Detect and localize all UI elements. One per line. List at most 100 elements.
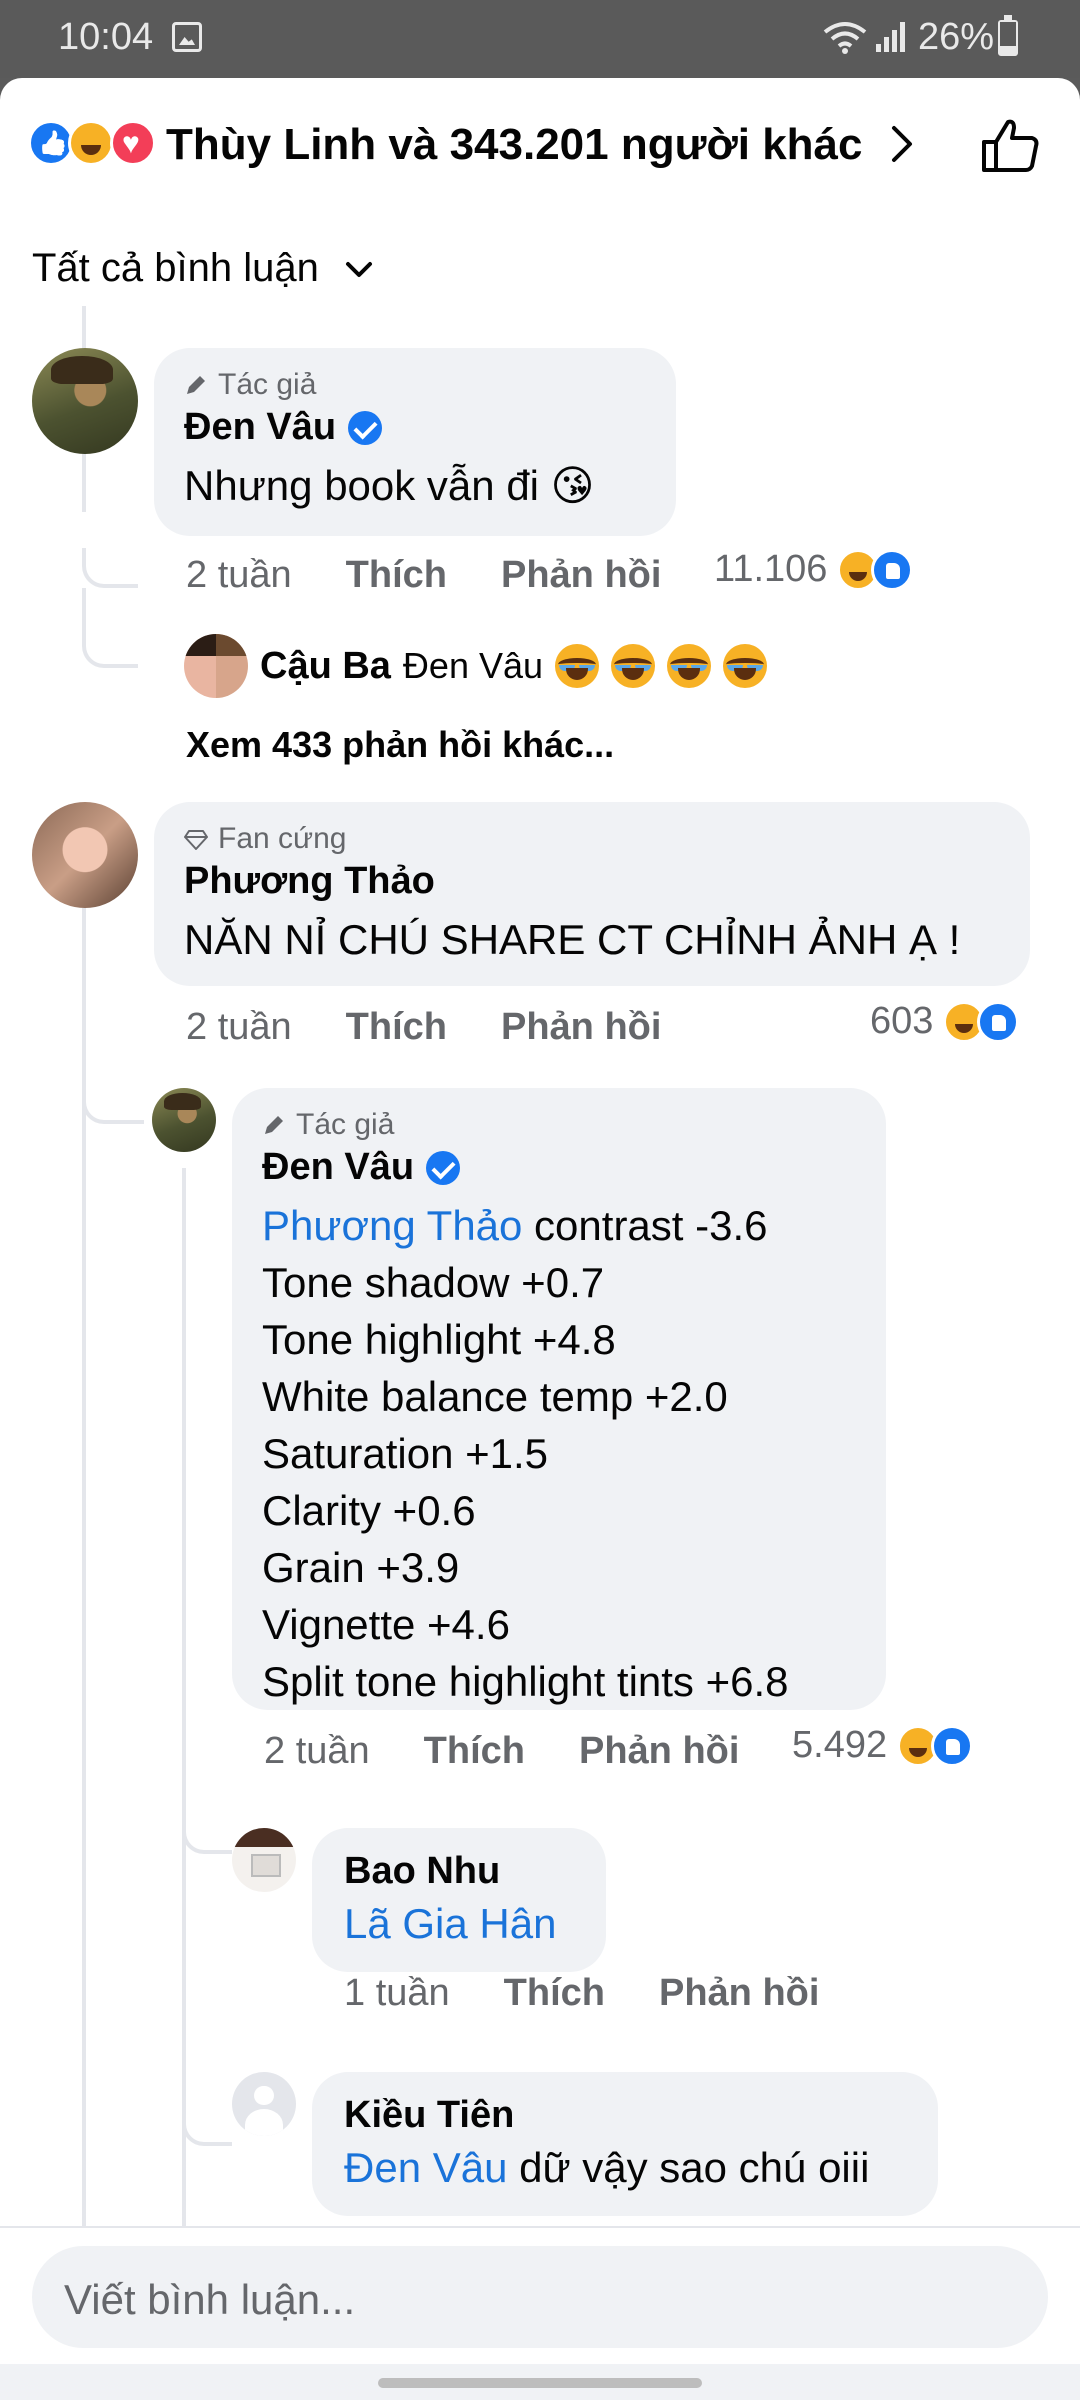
- author-name[interactable]: Phương Thảo: [184, 860, 435, 903]
- signal-icon: [876, 22, 905, 52]
- thread-connector: [82, 588, 138, 668]
- avatar[interactable]: [232, 2072, 296, 2136]
- fan-badge: Fan cứng: [184, 822, 1000, 856]
- badge-label: Fan cứng: [218, 822, 347, 855]
- diamond-icon: [184, 830, 208, 850]
- comment-input[interactable]: Viết bình luận...: [32, 2246, 1048, 2348]
- like-icon: [931, 1724, 974, 1767]
- reply-line: Tone highlight +4.8: [262, 1316, 616, 1363]
- badge-label: Tác giả: [218, 368, 317, 401]
- status-bar: 10:04 26%: [0, 0, 1080, 78]
- reply-action[interactable]: Phản hồi: [501, 554, 661, 597]
- haha-icon: [68, 120, 114, 166]
- status-time: 10:04: [58, 16, 154, 58]
- reply-line: Vignette +4.6: [262, 1601, 510, 1648]
- reactions-header[interactable]: Thùy Linh và 343.201 người khác: [28, 116, 1052, 186]
- comment-author[interactable]: Phương Thảo: [184, 860, 1000, 903]
- badge-label: Tác giả: [296, 1108, 395, 1141]
- author-badge: Tác giả: [262, 1108, 856, 1142]
- comment-bubble: Fan cứng Phương Thảo NĂN NỈ CHÚ SHARE CT…: [154, 802, 1030, 986]
- pencil-icon: [265, 1116, 283, 1134]
- comment-time[interactable]: 2 tuần: [186, 554, 292, 597]
- comment-author[interactable]: Đen Vâu: [262, 1146, 856, 1189]
- reaction-count[interactable]: 603: [870, 1000, 1020, 1043]
- chevron-right-icon: [892, 126, 912, 162]
- face-with-tears-of-joy-icon: [723, 644, 768, 688]
- verified-icon: [348, 410, 383, 445]
- avatar[interactable]: [32, 348, 138, 454]
- comment-actions: 2 tuần Thích Phản hồi: [264, 1730, 739, 1773]
- reply-first-line: Phương Thảo contrast -3.6: [262, 1197, 856, 1254]
- reply-action[interactable]: Phản hồi: [501, 1006, 661, 1049]
- chevron-down-icon: [345, 262, 372, 278]
- face-with-tears-of-joy-icon: [555, 644, 600, 688]
- reply-line: White balance temp +2.0: [262, 1373, 728, 1420]
- comment-author[interactable]: Kiều Tiên: [344, 2094, 906, 2137]
- reactions-summary: Thùy Linh và 343.201 người khác: [166, 120, 863, 169]
- battery-icon: [998, 15, 1018, 56]
- reply-text: Phương Thảo contrast -3.6 Tone shadow +0…: [262, 1197, 856, 1710]
- comment-text: Nhưng book vẫn đi 😘: [184, 462, 595, 509]
- reaction-count-value: 11.106: [714, 548, 828, 590]
- reply-mention: Đen Vâu: [402, 645, 544, 686]
- thread-connector: [182, 1854, 232, 2146]
- reply-first-line-rest: contrast -3.6: [522, 1202, 768, 1249]
- reply-line: Grain +3.9: [262, 1544, 460, 1591]
- reply-bubble: Bao Nhu Lã Gia Hân: [312, 1828, 606, 1972]
- mention-link[interactable]: Lã Gia Hân: [344, 1900, 556, 1947]
- comment-text: NĂN NỈ CHÚ SHARE CT CHỈNH ẢNH Ạ !: [184, 916, 961, 963]
- reply-bubble: Tác giả Đen Vâu Phương Thảo contrast -3.…: [232, 1088, 886, 1710]
- reply-line: Tone shadow +0.7: [262, 1259, 605, 1306]
- comment-filter-dropdown[interactable]: Tất cả bình luận: [32, 246, 374, 291]
- home-gesture-bar[interactable]: [378, 2378, 702, 2388]
- comment-actions: 2 tuần Thích Phản hồi: [186, 554, 661, 597]
- avatar[interactable]: [32, 802, 138, 908]
- comment-time[interactable]: 1 tuần: [344, 1972, 450, 2015]
- mention-link[interactable]: Đen Vâu: [344, 2144, 507, 2191]
- wifi-icon: [823, 22, 867, 54]
- avatar[interactable]: [232, 1828, 296, 1892]
- thread-connector: [82, 1088, 144, 1124]
- reply-text: Lã Gia Hân: [344, 1895, 574, 1952]
- reply-text: Đen Vâu dữ vậy sao chú oiii: [344, 2139, 906, 2196]
- thread-line: [82, 908, 86, 2308]
- reaction-count[interactable]: 11.106: [714, 548, 914, 591]
- reaction-count-value: 5.492: [792, 1724, 888, 1766]
- author-name[interactable]: Đen Vâu: [184, 406, 336, 449]
- like-action[interactable]: Thích: [346, 554, 447, 597]
- author-name[interactable]: Đen Vâu: [262, 1146, 414, 1189]
- thread-connector: [182, 1818, 232, 1854]
- reply-action[interactable]: Phản hồi: [579, 1730, 739, 1773]
- reply-text-rest: dữ vậy sao chú oiii: [507, 2144, 870, 2191]
- thread-connector: [82, 548, 138, 588]
- comment-bubble: Tác giả Đen Vâu Nhưng book vẫn đi 😘: [154, 348, 676, 536]
- comment-time[interactable]: 2 tuần: [264, 1730, 370, 1773]
- reply-action[interactable]: Phản hồi: [659, 1972, 819, 2015]
- face-with-tears-of-joy-icon: [667, 644, 712, 688]
- like-action[interactable]: Thích: [346, 1006, 447, 1049]
- reply-bubble: Kiều Tiên Đen Vâu dữ vậy sao chú oiii: [312, 2072, 938, 2216]
- like-action[interactable]: Thích: [504, 1972, 605, 2015]
- comment-actions: 1 tuần Thích Phản hồi: [344, 1972, 819, 2015]
- reply-author: Cậu Ba: [260, 644, 391, 687]
- face-with-tears-of-joy-icon: [611, 644, 656, 688]
- reply-line: Split tone highlight tints +6.8: [262, 1658, 789, 1705]
- love-icon: [110, 120, 156, 166]
- comment-author[interactable]: Đen Vâu: [184, 406, 646, 449]
- reply-preview[interactable]: Cậu Ba Đen Vâu: [184, 634, 768, 698]
- avatar: [184, 634, 248, 698]
- mention-link[interactable]: Phương Thảo: [262, 1202, 522, 1249]
- like-icon: [977, 1000, 1020, 1043]
- avatar[interactable]: [152, 1088, 216, 1152]
- comment-time[interactable]: 2 tuần: [186, 1006, 292, 1049]
- reaction-count[interactable]: 5.492: [792, 1724, 974, 1767]
- author-name[interactable]: Kiều Tiên: [344, 2094, 514, 2137]
- like-action[interactable]: Thích: [424, 1730, 525, 1773]
- comment-author[interactable]: Bao Nhu: [344, 1850, 574, 1893]
- reply-line: Clarity +0.6: [262, 1487, 476, 1534]
- verified-icon: [426, 1150, 461, 1185]
- author-name[interactable]: Bao Nhu: [344, 1850, 500, 1893]
- view-more-replies[interactable]: Xem 433 phản hồi khác...: [186, 724, 614, 766]
- pencil-icon: [187, 376, 205, 394]
- like-button-icon[interactable]: [980, 116, 1042, 174]
